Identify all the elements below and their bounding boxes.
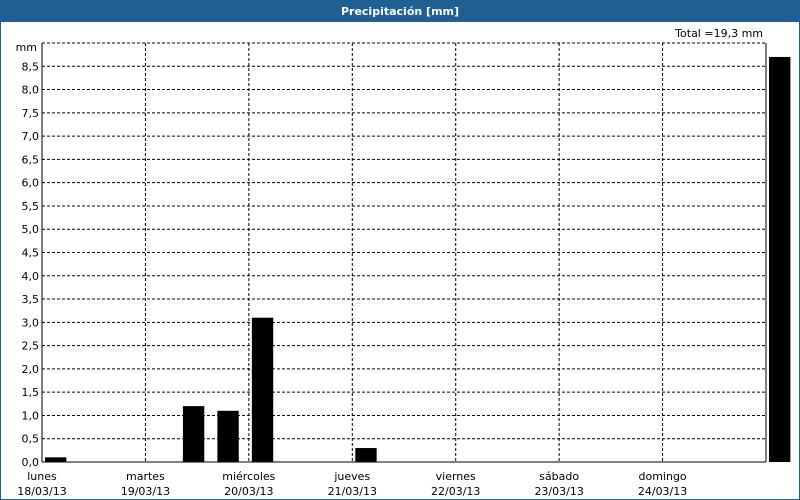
x-tick-date-label: 23/03/13 [534, 485, 583, 498]
x-tick-date-label: 19/03/13 [121, 485, 170, 498]
x-tick-day-label: viernes [436, 470, 476, 483]
y-tick-label: 6,5 [22, 153, 40, 166]
chart-window: Precipitación [mm] 0,0 0,5 1,0 1,5 2,0 2,5 3,0… [0, 0, 800, 500]
y-tick-label: 8,5 [22, 60, 40, 73]
y-tick-label: 7,0 [22, 130, 40, 143]
y-tick-label: 3,5 [22, 293, 40, 306]
y-tick-label: 5,0 [22, 223, 40, 236]
y-tick-label: 5,5 [22, 200, 40, 213]
y-axis-label: mm [16, 41, 37, 54]
x-tick-day-label: miércoles [222, 470, 275, 483]
x-tick-date-label: 21/03/13 [328, 485, 377, 498]
x-tick-date-label: 24/03/13 [638, 485, 687, 498]
precipitation-bar [355, 448, 377, 462]
precipitation-bar [182, 406, 205, 462]
x-tick-day-label: jueves [333, 470, 370, 483]
x-tick-day-label: sábado [539, 470, 579, 483]
y-tick-label: 0,5 [22, 433, 40, 446]
x-tick-day-label: domingo [638, 470, 686, 483]
precipitation-bar [251, 317, 274, 462]
y-tick-label: 4,0 [22, 270, 40, 283]
y-tick-label: 1,5 [22, 386, 40, 399]
y-tick-label: 8,0 [22, 84, 40, 97]
y-tick-label: 7,5 [22, 107, 40, 120]
y-tick-label: 6,0 [22, 177, 40, 190]
y-tick-label: 1,0 [22, 409, 40, 422]
x-tick-date-label: 22/03/13 [431, 485, 480, 498]
precipitation-bar [217, 410, 239, 462]
x-tick-day-label: martes [126, 470, 165, 483]
y-tick-label: 4,5 [22, 247, 40, 260]
y-tick-label: 2,5 [22, 340, 40, 353]
precipitation-bar [45, 457, 67, 462]
precipitation-chart: 0,0 0,5 1,0 1,5 2,0 2,5 3,0 3,5 4,0 4,5 5,0 5,5 6,0 6… [16, 27, 791, 498]
precipitation-bar [769, 56, 791, 462]
y-tick-label: 0,0 [22, 456, 40, 469]
x-tick-date-label: 18/03/13 [17, 485, 66, 498]
x-tick-date-label: 20/03/13 [224, 485, 273, 498]
y-tick-label: 2,0 [22, 363, 40, 376]
x-tick-day-label: lunes [27, 470, 57, 483]
total-label: Total =19,3 mm [674, 27, 763, 40]
y-tick-label: 3,0 [22, 316, 40, 329]
